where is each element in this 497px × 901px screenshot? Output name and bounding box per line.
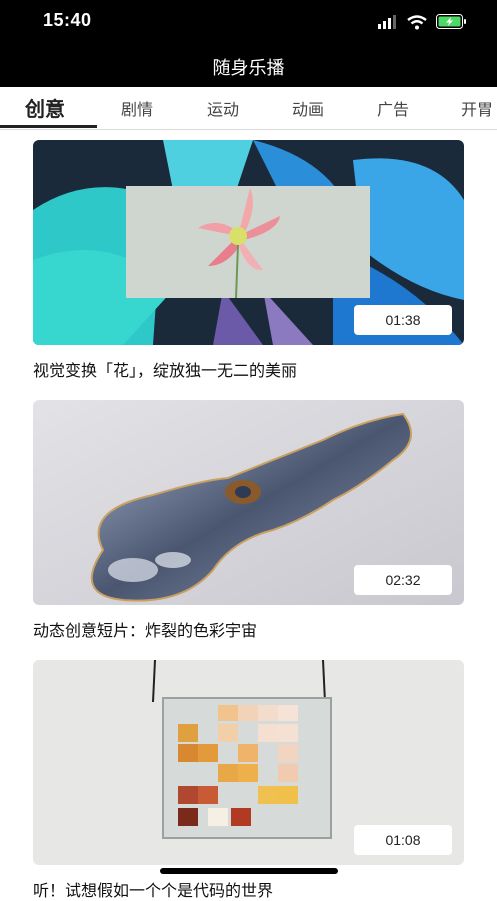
- tab-ads[interactable]: 广告: [377, 96, 409, 120]
- video-title[interactable]: 视觉变换「花」，绽放独一无二的美丽: [33, 357, 297, 381]
- video-duration: 01:38: [354, 305, 452, 335]
- signal-icon: [378, 15, 396, 29]
- video-thumbnail[interactable]: 01:38: [33, 140, 464, 345]
- tab-creative[interactable]: 创意: [25, 93, 65, 122]
- video-thumbnail[interactable]: 01:08: [33, 660, 464, 865]
- video-duration: 01:08: [354, 825, 452, 855]
- active-tab-indicator: [0, 125, 97, 128]
- category-tab-bar: 创意 剧情 运动 动画 广告 开胃: [0, 87, 497, 130]
- status-icons: [378, 12, 473, 32]
- status-time: 15:40: [43, 10, 92, 30]
- video-title[interactable]: 动态创意短片：炸裂的色彩宇宙: [33, 617, 257, 641]
- tab-appetizer[interactable]: 开胃: [461, 96, 493, 120]
- nav-bar: 随身乐播: [0, 44, 497, 87]
- video-title[interactable]: 听！试想假如一个个是代码的世界: [33, 877, 273, 901]
- wifi-icon: [407, 15, 427, 30]
- home-indicator[interactable]: [160, 868, 338, 874]
- tab-animation[interactable]: 动画: [292, 96, 324, 120]
- battery-icon: [436, 14, 466, 29]
- page-title: 随身乐播: [212, 58, 285, 79]
- tab-sports[interactable]: 运动: [207, 96, 239, 120]
- tab-drama[interactable]: 剧情: [121, 96, 153, 120]
- status-bar: 15:40: [0, 0, 497, 44]
- video-thumbnail[interactable]: 02:32: [33, 400, 464, 605]
- video-duration: 02:32: [354, 565, 452, 595]
